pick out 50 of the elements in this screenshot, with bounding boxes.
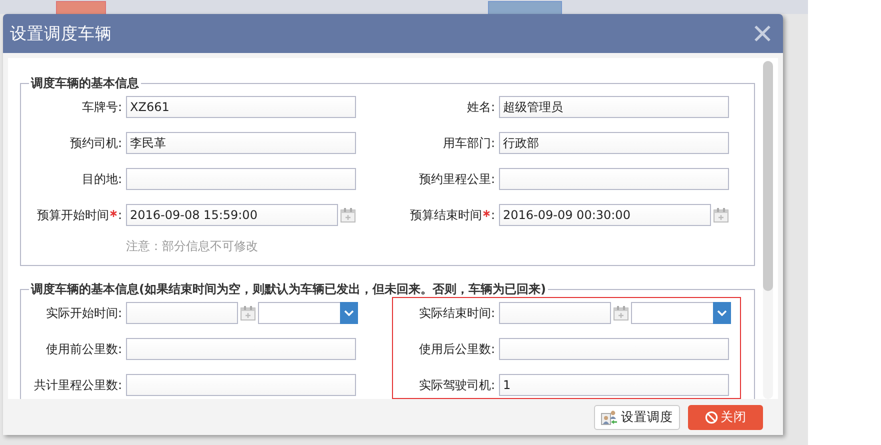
ban-icon — [704, 410, 718, 424]
close-icon[interactable] — [754, 25, 771, 42]
field-label: 实际结束时间: — [418, 304, 495, 322]
field-label: 预约司机: — [70, 134, 122, 152]
field-label: 目的地: — [82, 170, 122, 188]
calendar-icon[interactable] — [340, 207, 356, 223]
field-label: 预约里程公里: — [418, 170, 495, 188]
text-field[interactable] — [499, 168, 729, 190]
text-field[interactable]: XZ661 — [126, 96, 356, 118]
text-field[interactable]: 行政部 — [499, 132, 729, 154]
label-colon: : — [118, 208, 122, 222]
field-label: 车牌号: — [82, 98, 122, 116]
field-label: 共计里程公里数: — [34, 376, 122, 394]
field-label: 使用前公里数: — [46, 340, 122, 358]
calendar-icon[interactable] — [240, 305, 256, 321]
text-field[interactable]: 李民革 — [126, 132, 356, 154]
text-field[interactable] — [126, 168, 356, 190]
date-field[interactable] — [126, 302, 238, 324]
text-field[interactable] — [126, 374, 356, 396]
field-label: 用车部门: — [442, 134, 495, 152]
calendar-icon[interactable] — [713, 207, 729, 223]
label-colon: : — [490, 208, 495, 222]
text-field[interactable]: 超级管理员 — [499, 96, 729, 118]
field-label: 姓名: — [466, 98, 495, 116]
date-field[interactable] — [499, 302, 611, 324]
close-button[interactable]: 关闭 — [688, 404, 763, 430]
time-select[interactable] — [258, 302, 358, 324]
text-field[interactable]: 1 — [499, 374, 729, 396]
field-label: 使用后公里数: — [418, 340, 495, 358]
field-label: 实际开始时间: — [46, 304, 122, 322]
calendar-icon[interactable] — [613, 305, 629, 321]
dispatch-button[interactable]: 设置调度 — [594, 404, 680, 430]
time-select[interactable] — [631, 302, 731, 324]
datetime-field[interactable]: 2016-09-08 15:59:00 — [126, 204, 338, 226]
section-legend: 调度车辆的基本信息 — [29, 75, 141, 92]
toolbar-button[interactable] — [488, 1, 562, 14]
section-legend: 调度车辆的基本信息(如果结束时间为空，则默认为车辆已发出，但未回来。否则，车辆为已回来) — [29, 281, 548, 298]
chevron-down-icon — [717, 310, 727, 316]
datetime-field[interactable]: 2016-09-09 00:30:00 — [499, 204, 711, 226]
field-label: 预算结束时间 — [410, 206, 482, 224]
note-text: 注意：部分信息不可修改 — [126, 238, 259, 255]
chevron-down-icon — [344, 310, 354, 316]
field-label: 预算开始时间 — [36, 206, 109, 224]
scrollbar[interactable] — [763, 61, 773, 399]
toolbar-button[interactable] — [56, 1, 106, 14]
people-icon — [601, 408, 618, 426]
text-field[interactable] — [499, 338, 729, 360]
dialog-title: 设置调度车辆 — [10, 22, 112, 44]
text-field[interactable] — [126, 338, 356, 360]
field-label: 实际驾驶司机: — [418, 376, 495, 394]
